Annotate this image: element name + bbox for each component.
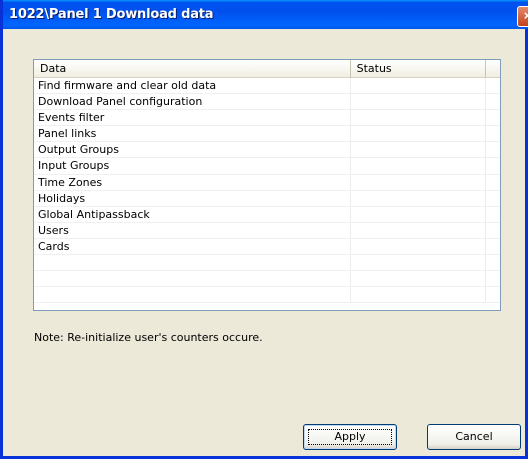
row-extra-cell <box>486 271 500 286</box>
row-status-cell <box>351 222 487 238</box>
table-row[interactable] <box>34 271 500 288</box>
row-extra-cell <box>486 158 500 173</box>
list-header: Data Status <box>34 60 500 78</box>
list-body: Find firmware and clear old data Download… <box>34 78 500 304</box>
row-data-cell: Cards <box>34 238 351 255</box>
row-extra-cell <box>486 223 500 238</box>
table-row[interactable]: Cards <box>34 238 500 256</box>
table-row[interactable]: Input Groups <box>34 158 500 175</box>
row-status-cell <box>351 110 487 126</box>
row-data-cell: Global Antipassback <box>34 206 351 222</box>
row-data-cell: Events filter <box>34 110 351 126</box>
row-status-cell <box>351 78 487 94</box>
row-status-cell <box>351 158 487 174</box>
table-row[interactable]: Download Panel configuration <box>34 94 500 111</box>
window-title: 1022\Panel 1 Download data <box>9 7 214 22</box>
row-data-cell: Input Groups <box>34 158 351 174</box>
row-status-cell <box>351 271 487 287</box>
title-bar[interactable]: 1022\Panel 1 Download data × <box>3 0 528 29</box>
close-icon[interactable]: × <box>517 6 528 27</box>
row-status-cell <box>351 238 487 255</box>
table-row[interactable] <box>34 287 500 304</box>
row-data-cell: Time Zones <box>34 174 351 190</box>
row-data-cell <box>34 287 351 303</box>
column-header-empty[interactable] <box>486 60 500 78</box>
row-status-cell <box>351 206 487 222</box>
row-extra-cell <box>486 191 500 206</box>
row-status-cell <box>351 142 487 158</box>
row-status-cell <box>351 190 487 206</box>
row-data-cell: Output Groups <box>34 142 351 158</box>
focus-rectangle <box>308 429 392 445</box>
row-data-cell: Holidays <box>34 190 351 206</box>
row-data-cell: Download Panel configuration <box>34 94 351 110</box>
table-row[interactable]: Find firmware and clear old data <box>34 78 500 95</box>
column-header-status[interactable]: Status <box>351 60 487 78</box>
table-row[interactable]: Time Zones <box>34 174 500 191</box>
row-extra-cell <box>486 94 500 109</box>
cancel-button-label: Cancel <box>455 430 493 443</box>
row-extra-cell <box>486 142 500 157</box>
table-row[interactable]: Global Antipassback <box>34 206 500 223</box>
row-status-cell <box>351 174 487 190</box>
row-status-cell <box>351 126 487 142</box>
row-extra-cell <box>486 175 500 190</box>
note-text: Note: Re-initialize user's counters occu… <box>34 331 263 344</box>
cancel-button[interactable]: Cancel <box>427 424 521 450</box>
row-extra-cell <box>486 78 500 93</box>
row-data-cell: Users <box>34 222 351 238</box>
row-data-cell: Find firmware and clear old data <box>34 78 351 94</box>
data-list-view[interactable]: Data Status Find firmware and clear old … <box>33 59 501 311</box>
table-row[interactable]: Events filter <box>34 110 500 127</box>
row-extra-cell <box>486 239 500 254</box>
row-data-cell <box>34 255 351 271</box>
row-extra-cell <box>486 255 500 270</box>
column-header-data[interactable]: Data <box>34 60 351 78</box>
table-row[interactable]: Holidays <box>34 190 500 207</box>
table-row[interactable]: Output Groups <box>34 142 500 159</box>
row-extra-cell <box>486 126 500 141</box>
row-status-cell <box>351 287 487 303</box>
row-extra-cell <box>486 110 500 125</box>
row-extra-cell <box>486 287 500 302</box>
row-status-cell <box>351 94 487 110</box>
row-extra-cell <box>486 207 500 222</box>
row-status-cell <box>351 255 487 271</box>
table-row[interactable]: Panel links <box>34 126 500 143</box>
row-data-cell <box>34 271 351 287</box>
apply-button[interactable]: Apply <box>303 424 397 450</box>
table-row[interactable]: Users <box>34 222 500 239</box>
row-data-cell: Panel links <box>34 126 351 142</box>
table-row[interactable] <box>34 255 500 272</box>
download-data-dialog: 1022\Panel 1 Download data × Data Status… <box>0 0 528 459</box>
